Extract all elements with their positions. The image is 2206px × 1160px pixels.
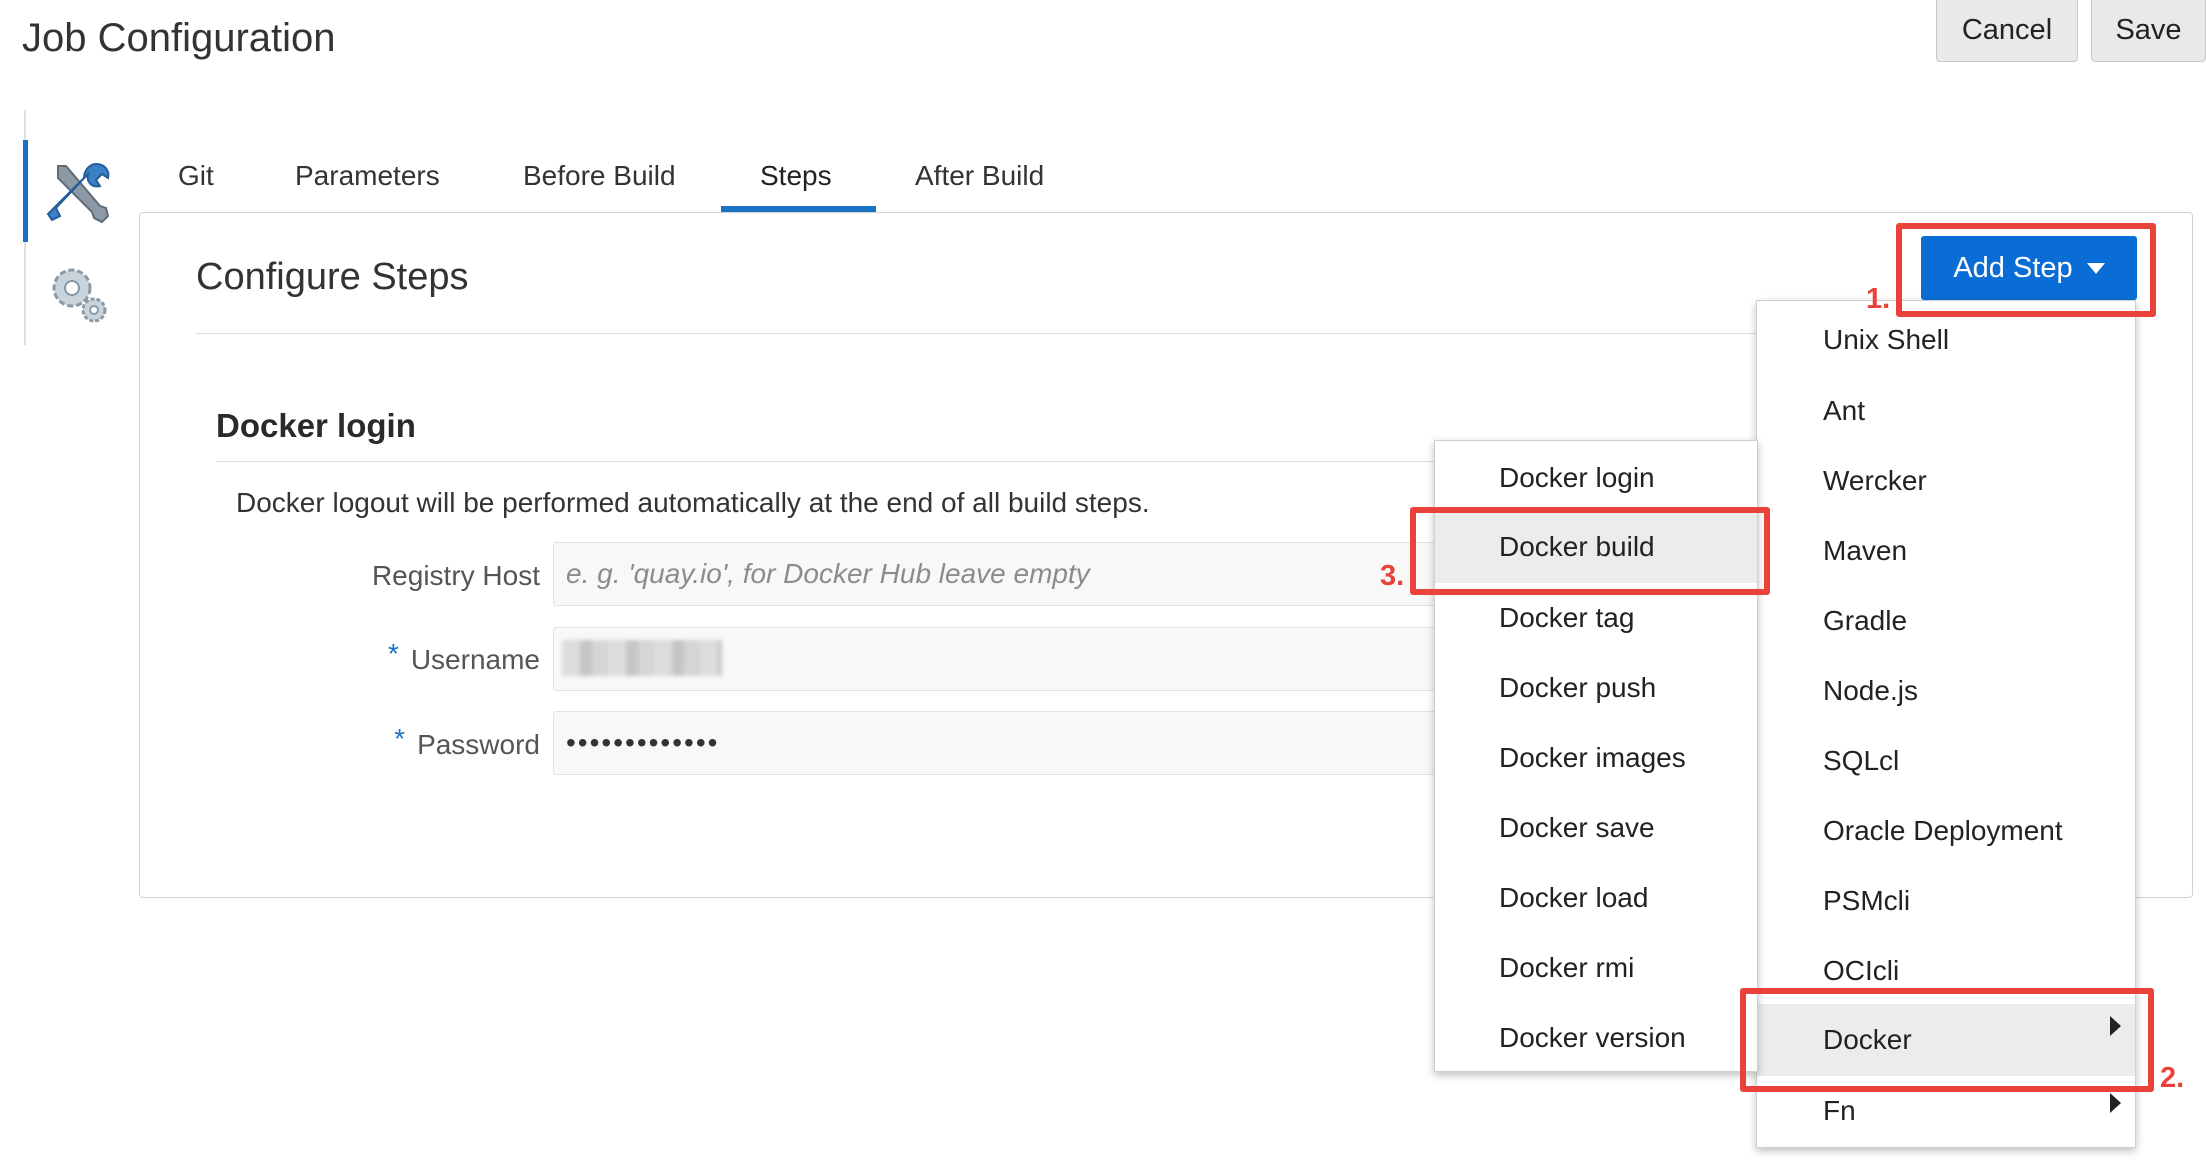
- required-marker: *: [394, 723, 406, 754]
- docker-login-divider: [216, 461, 1436, 462]
- menu-item-psmcli[interactable]: PSMcli: [1757, 871, 2135, 931]
- menu-item-sqlcl[interactable]: SQLcl: [1757, 731, 2135, 791]
- password-input[interactable]: [553, 711, 1453, 775]
- section-divider: [196, 333, 1756, 334]
- menu-item-oracle-deployment[interactable]: Oracle Deployment: [1757, 801, 2135, 861]
- username-label-text: Username: [410, 644, 540, 675]
- side-tab-active-indicator: [23, 140, 28, 242]
- tab-after-build[interactable]: After Build: [915, 141, 1044, 211]
- submenu-item-docker-images[interactable]: Docker images: [1435, 728, 1757, 788]
- username-blurred-value: [562, 640, 722, 676]
- annotation-box-docker-build: [1410, 507, 1770, 595]
- required-marker: *: [387, 638, 399, 669]
- cancel-button[interactable]: Cancel: [1936, 0, 2078, 62]
- menu-item-nodejs[interactable]: Node.js: [1757, 661, 2135, 721]
- username-label: * Username: [210, 638, 540, 680]
- registry-host-input[interactable]: [553, 542, 1453, 606]
- submenu-item-docker-version[interactable]: Docker version: [1435, 1008, 1757, 1068]
- gears-icon[interactable]: [44, 258, 114, 328]
- registry-host-label-text: Registry Host: [371, 560, 540, 591]
- menu-item-wercker[interactable]: Wercker: [1757, 451, 2135, 511]
- menu-item-unix-shell[interactable]: Unix Shell: [1757, 310, 2135, 370]
- docker-logout-note: Docker logout will be performed automati…: [236, 487, 1150, 518]
- tab-parameters[interactable]: Parameters: [295, 141, 440, 211]
- submenu-item-docker-push[interactable]: Docker push: [1435, 658, 1757, 718]
- submenu-item-docker-load[interactable]: Docker load: [1435, 868, 1757, 928]
- submenu-item-docker-rmi[interactable]: Docker rmi: [1435, 938, 1757, 998]
- annotation-box-docker: [1740, 988, 2154, 1092]
- annotation-step-3: 3.: [1380, 560, 1405, 592]
- submenu-item-docker-save[interactable]: Docker save: [1435, 798, 1757, 858]
- page-title: Job Configuration: [22, 16, 336, 60]
- docker-login-title: Docker login: [216, 407, 416, 444]
- tab-git[interactable]: Git: [178, 141, 214, 211]
- tab-before-build[interactable]: Before Build: [523, 141, 676, 211]
- submenu-item-docker-login[interactable]: Docker login: [1435, 448, 1757, 508]
- submenu-arrow-icon: [2110, 1093, 2121, 1113]
- section-title: Configure Steps: [196, 256, 469, 298]
- menu-item-gradle[interactable]: Gradle: [1757, 591, 2135, 651]
- tools-icon[interactable]: [44, 158, 114, 228]
- password-label-text: Password: [417, 729, 540, 760]
- save-button[interactable]: Save: [2091, 0, 2206, 62]
- annotation-step-1: 1.: [1866, 283, 1891, 315]
- menu-item-fn-label: Fn: [1823, 1095, 1856, 1126]
- registry-host-label: Registry Host: [210, 556, 540, 596]
- menu-item-ant[interactable]: Ant: [1757, 381, 2135, 441]
- annotation-box-add-step: [1896, 223, 2156, 317]
- menu-item-maven[interactable]: Maven: [1757, 521, 2135, 581]
- submenu-item-docker-tag[interactable]: Docker tag: [1435, 588, 1757, 648]
- annotation-step-2: 2.: [2160, 1062, 2185, 1094]
- password-label: * Password: [210, 723, 540, 765]
- tab-steps[interactable]: Steps: [760, 141, 832, 211]
